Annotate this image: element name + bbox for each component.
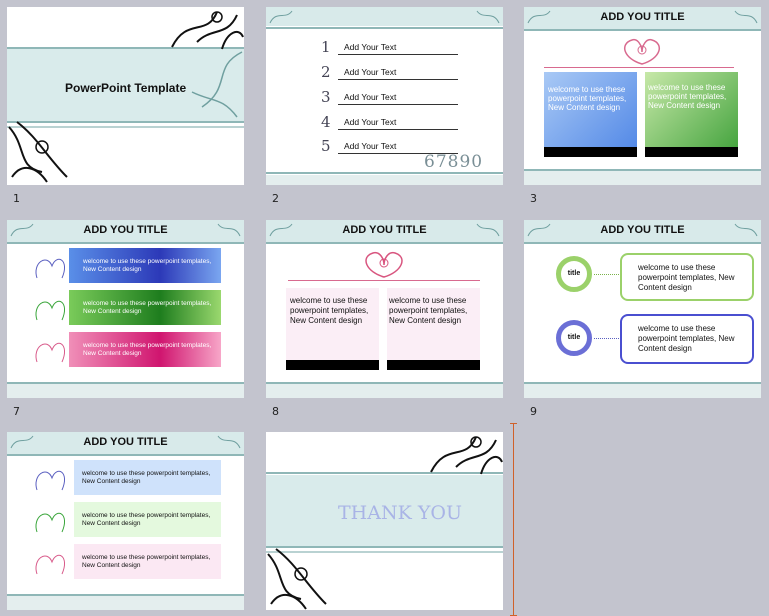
underline xyxy=(338,79,458,80)
swirl-ornament-icon xyxy=(8,121,68,183)
divider xyxy=(266,242,503,244)
underline xyxy=(338,104,458,105)
slide-title: ADD YOU TITLE xyxy=(83,436,168,448)
list-digit: 5 xyxy=(321,137,331,155)
divider xyxy=(266,27,503,29)
floral-ornament-icon xyxy=(35,342,66,363)
list-item-text: Add Your Text xyxy=(344,141,397,151)
footer-band xyxy=(266,175,503,185)
divider xyxy=(7,454,244,456)
list-item-text: Add Your Text xyxy=(344,42,397,52)
content-box-base xyxy=(544,147,637,157)
swirl-ornament-icon xyxy=(267,548,327,610)
box-text: welcome to use these powerpoint template… xyxy=(638,324,735,353)
floral-ornament-icon xyxy=(35,258,66,279)
content-box-base xyxy=(286,360,379,370)
slide-thumbnail-10[interactable]: ADD YOU TITLE welcome to use these power… xyxy=(7,432,244,610)
slide-thumbnail-9[interactable]: ADD YOU TITLE title welcome to use these… xyxy=(524,220,761,398)
list-digit: 2 xyxy=(321,63,331,81)
slide-number: 9 xyxy=(530,405,537,418)
bar-text: welcome to use these powerpoint template… xyxy=(83,300,212,315)
box-text: welcome to use these powerpoint template… xyxy=(638,263,735,292)
floral-ornament-icon xyxy=(365,251,403,278)
slide-title: PowerPoint Template xyxy=(65,81,187,95)
footer-band xyxy=(7,384,244,398)
bar-text: welcome to use these powerpoint template… xyxy=(82,512,211,527)
underline xyxy=(338,54,458,55)
footer-band xyxy=(524,171,761,185)
bar-text: welcome to use these powerpoint template… xyxy=(82,470,211,485)
slide-thumbnail-7[interactable]: ADD YOU TITLE welcome to use these power… xyxy=(7,220,244,398)
slide-number: 2 xyxy=(272,192,279,205)
list-digit: 1 xyxy=(321,38,331,56)
list-item-text: Add Your Text xyxy=(344,67,397,77)
slide-thumbnail-2[interactable]: 1 Add Your Text 2 Add Your Text 3 Add Yo… xyxy=(266,7,503,185)
divider xyxy=(7,242,244,244)
slide-title: ADD YOU TITLE xyxy=(600,11,685,23)
box-text: welcome to use these powerpoint template… xyxy=(389,296,468,325)
footer-band xyxy=(7,596,244,610)
corner-ornament-icon xyxy=(476,10,500,24)
divider xyxy=(524,29,761,31)
underline xyxy=(338,129,458,130)
footer-band xyxy=(266,384,503,398)
swirl-ornament-icon xyxy=(430,436,503,475)
slide-thumbnail-8[interactable]: ADD YOU TITLE welcome to use these power… xyxy=(266,220,503,398)
slide-title: ADD YOU TITLE xyxy=(342,224,427,236)
bar-text: welcome to use these powerpoint template… xyxy=(83,258,212,273)
decorative-digits: 67890 xyxy=(424,152,484,172)
content-box-base xyxy=(387,360,480,370)
connector-line xyxy=(594,338,619,339)
bar-text: welcome to use these powerpoint template… xyxy=(82,554,211,569)
slide-title: ADD YOU TITLE xyxy=(83,224,168,236)
header-band xyxy=(266,7,503,26)
content-box-base xyxy=(645,147,738,157)
footer-band xyxy=(524,384,761,398)
divider xyxy=(524,242,761,244)
connector-line xyxy=(544,67,734,68)
list-digit: 3 xyxy=(321,88,331,106)
list-digit: 4 xyxy=(321,113,331,131)
connector-line xyxy=(288,280,480,281)
list-item-text: Add Your Text xyxy=(344,117,397,127)
divider xyxy=(266,172,503,174)
floral-ornament-icon xyxy=(35,470,66,491)
slide-number: 3 xyxy=(530,192,537,205)
swirl-ornament-icon xyxy=(191,51,243,118)
insertion-cursor xyxy=(510,423,517,616)
floral-ornament-icon xyxy=(35,300,66,321)
slide-number: 1 xyxy=(13,192,20,205)
ring-label: title xyxy=(567,270,581,277)
box-text: welcome to use these powerpoint template… xyxy=(290,296,369,325)
thank-you-title: THANK YOU xyxy=(338,502,462,524)
box-text: welcome to use these powerpoint template… xyxy=(648,83,727,110)
slide-number: 8 xyxy=(272,405,279,418)
corner-ornament-icon xyxy=(269,10,293,24)
slide-number: 7 xyxy=(13,405,20,418)
floral-ornament-icon xyxy=(35,512,66,533)
bar-text: welcome to use these powerpoint template… xyxy=(83,342,212,357)
swirl-ornament-icon xyxy=(171,11,244,50)
list-item-text: Add Your Text xyxy=(344,92,397,102)
box-text: welcome to use these powerpoint template… xyxy=(548,85,627,112)
slide-thumbnail-3[interactable]: ADD YOU TITLE welcome to use these power… xyxy=(524,7,761,185)
slide-title: ADD YOU TITLE xyxy=(600,224,685,236)
ring-label: title xyxy=(567,334,581,341)
floral-ornament-icon xyxy=(35,554,66,575)
floral-ornament-icon xyxy=(623,38,661,65)
slide-thumbnail-1[interactable]: PowerPoint Template xyxy=(7,7,244,185)
connector-line xyxy=(594,274,619,275)
slide-thumbnail-11[interactable]: THANK YOU xyxy=(266,432,503,610)
